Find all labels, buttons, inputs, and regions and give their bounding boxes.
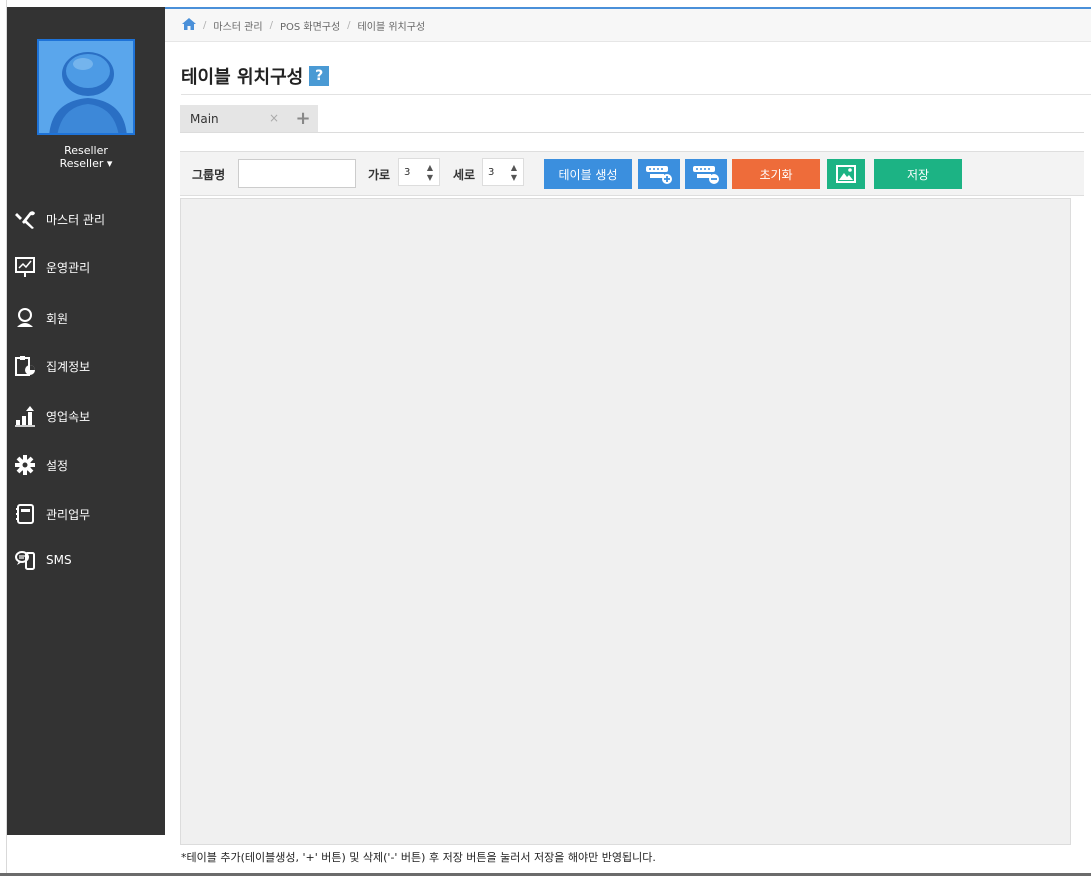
user-name: Reseller xyxy=(64,144,108,157)
window-left-edge xyxy=(0,0,7,876)
sidebar-item-sales[interactable]: 영업속보 xyxy=(7,398,165,434)
table-remove-icon xyxy=(693,166,719,184)
stepper-up-icon[interactable]: ▲ xyxy=(427,164,433,172)
breadcrumb-item: 테이블 위치구성 xyxy=(357,21,426,33)
avatar[interactable] xyxy=(37,39,135,135)
sidebar-item-member[interactable]: 회원 xyxy=(7,300,165,336)
sidebar-item-label: 관리업무 xyxy=(46,507,91,522)
phone-chat-icon xyxy=(14,549,36,571)
breadcrumb-separator: / xyxy=(347,19,351,31)
page-title-row: 테이블 위치구성 ? xyxy=(181,63,330,89)
create-table-button[interactable]: 테이블 생성 xyxy=(544,159,632,189)
toolbar: 그룹명 가로 3 ▲ ▼ 세로 3 ▲ ▼ 테이블 생성 초기화 저장 xyxy=(180,151,1084,196)
sidebar-item-master[interactable]: 마스터 관리 xyxy=(7,201,165,237)
user-role-dropdown[interactable]: Reseller ▾ xyxy=(7,157,165,170)
stepper-down-icon[interactable]: ▼ xyxy=(511,174,517,182)
add-tab-button[interactable]: + xyxy=(288,105,318,132)
tab-close-icon[interactable]: × xyxy=(267,110,281,126)
divider xyxy=(180,132,1084,133)
sidebar-item-sms[interactable]: SMS xyxy=(7,542,165,578)
save-button[interactable]: 저장 xyxy=(874,159,962,189)
height-label: 세로 xyxy=(453,168,476,182)
sidebar-item-label: 마스터 관리 xyxy=(46,212,106,227)
clipboard-pie-icon xyxy=(14,355,36,377)
gear-icon xyxy=(14,454,36,476)
sidebar-footer xyxy=(7,835,165,876)
stepper-up-icon[interactable]: ▲ xyxy=(511,164,517,172)
member-icon xyxy=(14,307,36,329)
notebook-icon xyxy=(14,503,36,525)
width-stepper[interactable]: 3 ▲ ▼ xyxy=(398,158,440,186)
sidebar-item-label: 설정 xyxy=(46,458,69,473)
width-value: 3 xyxy=(404,167,411,178)
sidebar-item-settings[interactable]: 설정 xyxy=(7,447,165,483)
tab-label: Main xyxy=(190,111,219,126)
sidebar-item-label: SMS xyxy=(46,553,72,567)
group-name-input[interactable] xyxy=(238,159,356,188)
sidebar-item-operation[interactable]: 운영관리 xyxy=(7,249,165,285)
breadcrumb-item[interactable]: 마스터 관리 xyxy=(213,18,262,33)
bar-growth-icon xyxy=(14,405,36,427)
reset-button[interactable]: 초기화 xyxy=(732,159,820,189)
sidebar: Reseller Reseller ▾ 마스터 관리 운영관리 회원 집계정보 xyxy=(7,7,165,835)
user-avatar-icon xyxy=(39,41,133,133)
stepper-down-icon[interactable]: ▼ xyxy=(427,174,433,182)
sidebar-item-stats[interactable]: 집계정보 xyxy=(7,348,165,384)
height-value: 3 xyxy=(488,167,495,178)
sidebar-item-label: 회원 xyxy=(46,311,69,326)
width-label: 가로 xyxy=(368,168,391,182)
breadcrumb-separator: / xyxy=(203,19,207,31)
divider xyxy=(181,94,1091,95)
presentation-chart-icon xyxy=(14,256,36,278)
app-window: Reseller Reseller ▾ 마스터 관리 운영관리 회원 집계정보 xyxy=(0,0,1091,876)
help-button[interactable]: ? xyxy=(309,66,330,86)
add-table-button[interactable] xyxy=(638,159,680,189)
home-icon[interactable] xyxy=(182,17,196,33)
group-name-label: 그룹명 xyxy=(192,168,226,182)
background-image-button[interactable] xyxy=(827,159,865,189)
tools-icon xyxy=(14,208,36,230)
height-stepper[interactable]: 3 ▲ ▼ xyxy=(482,158,524,186)
remove-table-button[interactable] xyxy=(685,159,727,189)
image-icon xyxy=(836,165,856,183)
breadcrumb-item[interactable]: POS 화면구성 xyxy=(280,18,340,33)
table-layout-canvas[interactable] xyxy=(180,198,1071,845)
footnote: *테이블 추가(테이블생성, '+' 버튼) 및 삭제('-' 버튼) 후 저장… xyxy=(181,851,656,864)
breadcrumb-separator: / xyxy=(269,19,273,31)
breadcrumb: / 마스터 관리 / POS 화면구성 / 테이블 위치구성 xyxy=(165,9,1091,42)
sidebar-item-label: 영업속보 xyxy=(46,409,91,424)
page-title: 테이블 위치구성 xyxy=(181,67,304,88)
sidebar-item-label: 집계정보 xyxy=(46,359,91,374)
table-add-icon xyxy=(646,166,672,184)
sidebar-item-admin-work[interactable]: 관리업무 xyxy=(7,496,165,532)
sidebar-item-label: 운영관리 xyxy=(46,260,91,275)
